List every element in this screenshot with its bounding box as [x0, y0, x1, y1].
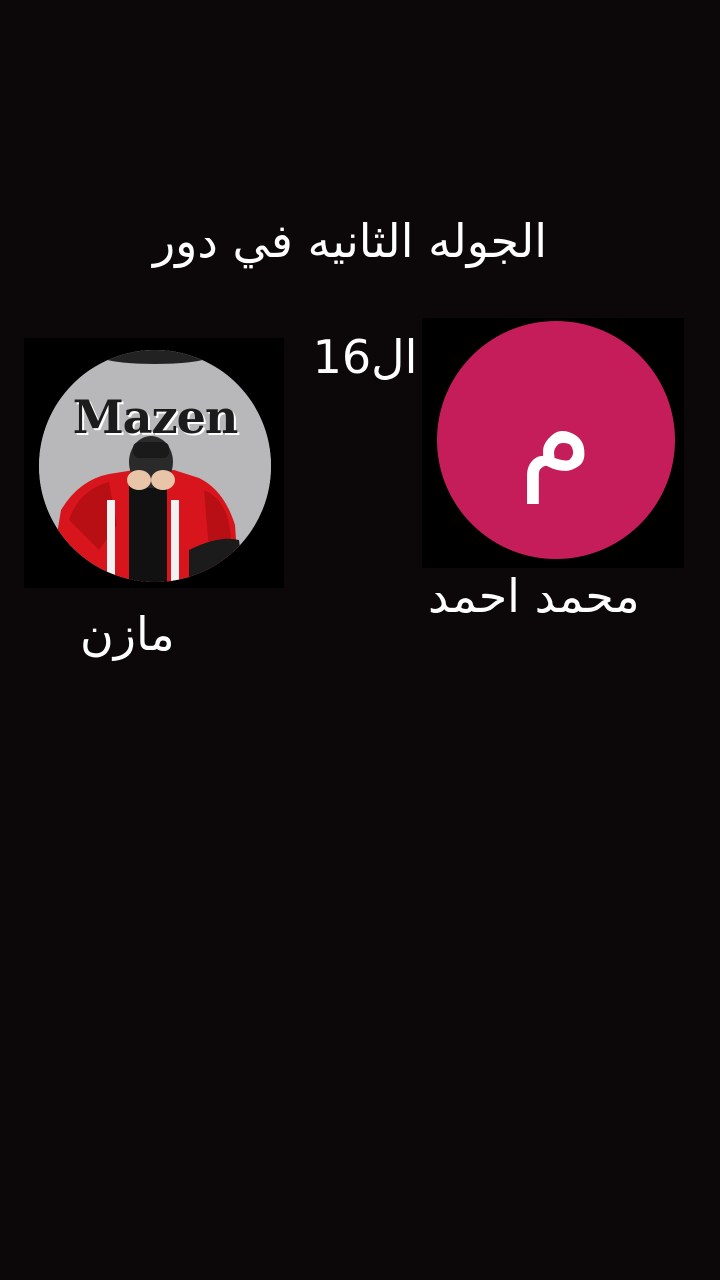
- player-card-mazen: Mazen: [24, 338, 284, 588]
- round-headline: الجوله الثانيه في دور: [152, 214, 548, 268]
- mazen-avatar: Mazen: [39, 350, 271, 582]
- player-card-mohamed-ahmed: م: [422, 318, 684, 568]
- player-name-mazen: مازن: [80, 607, 175, 661]
- mohamed-ahmed-avatar: م: [437, 321, 675, 559]
- avatar-brand-text: Mazen: [72, 390, 239, 444]
- round-number-label: ال16: [312, 330, 418, 384]
- player-name-mohamed-ahmed: محمد احمد: [428, 569, 640, 623]
- avatar-photo-illustration: [39, 350, 271, 582]
- avatar-initial: م: [518, 365, 594, 504]
